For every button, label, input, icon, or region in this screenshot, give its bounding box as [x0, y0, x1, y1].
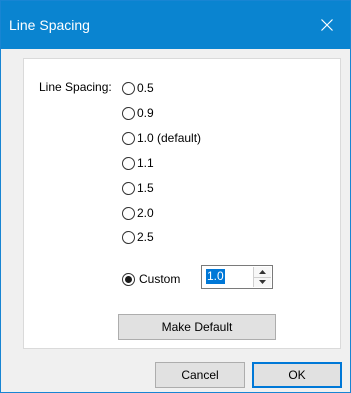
- radio-label: 2.5: [137, 230, 154, 244]
- radio-option-2-0[interactable]: 2.0: [122, 205, 154, 221]
- radio-option-1-5[interactable]: 1.5: [122, 180, 154, 196]
- line-spacing-label: Line Spacing:: [39, 80, 112, 94]
- radio-button[interactable]: [122, 181, 135, 195]
- radio-option-0-5[interactable]: 0.5: [122, 80, 154, 96]
- radio-label: 1.5: [137, 181, 154, 195]
- ok-button[interactable]: OK: [252, 362, 342, 388]
- custom-label: Custom: [139, 272, 181, 286]
- triangle-down-icon: [259, 280, 266, 284]
- window-title: Line Spacing: [9, 17, 90, 33]
- radio-button[interactable]: [122, 206, 135, 220]
- ok-label: OK: [288, 368, 306, 382]
- radio-option-2-5[interactable]: 2.5: [122, 229, 154, 245]
- custom-spacing-input[interactable]: 1.0: [201, 265, 273, 289]
- radio-button[interactable]: [122, 156, 135, 170]
- radio-label: 1.1: [137, 156, 154, 170]
- cancel-label: Cancel: [181, 368, 219, 382]
- radio-label: 0.5: [137, 81, 154, 95]
- line-spacing-dialog: Line Spacing Line Spacing: 0.5 0.9 1.0 (…: [0, 0, 351, 393]
- close-button[interactable]: [304, 1, 350, 49]
- spin-buttons: [253, 267, 271, 287]
- spin-down-button[interactable]: [254, 277, 271, 287]
- radio-button-selected[interactable]: [122, 272, 135, 286]
- options-panel: [23, 58, 341, 349]
- radio-label: 2.0: [137, 206, 154, 220]
- radio-button[interactable]: [122, 81, 135, 95]
- title-bar[interactable]: Line Spacing: [1, 1, 350, 49]
- radio-button[interactable]: [122, 106, 135, 120]
- make-default-button[interactable]: Make Default: [118, 314, 276, 340]
- radio-button[interactable]: [122, 131, 135, 145]
- custom-spacing-value[interactable]: 1.0: [206, 269, 225, 284]
- radio-option-1-1[interactable]: 1.1: [122, 155, 154, 171]
- radio-label: 0.9: [137, 106, 154, 120]
- radio-option-custom[interactable]: Custom: [122, 271, 180, 287]
- radio-option-1-0-default[interactable]: 1.0 (default): [122, 130, 201, 146]
- triangle-up-icon: [259, 270, 266, 274]
- radio-label: 1.0 (default): [137, 131, 202, 145]
- radio-option-0-9[interactable]: 0.9: [122, 105, 154, 121]
- cancel-button[interactable]: Cancel: [155, 362, 245, 388]
- close-icon: [321, 19, 333, 31]
- make-default-label: Make Default: [161, 320, 233, 334]
- radio-button[interactable]: [122, 230, 135, 244]
